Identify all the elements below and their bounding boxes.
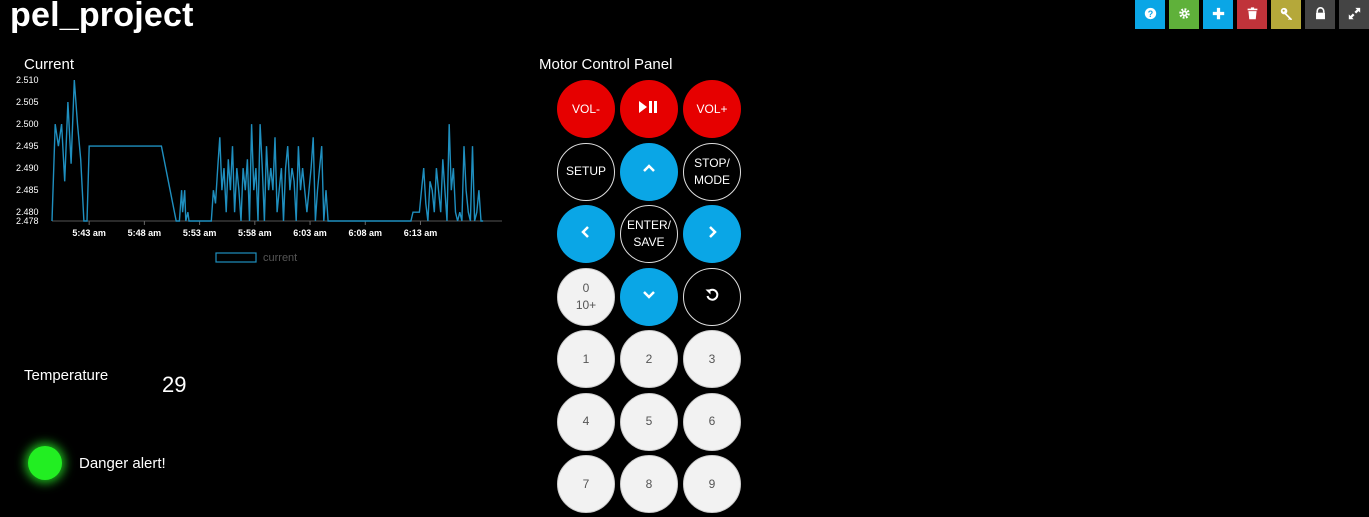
settings-button[interactable] (1169, 0, 1199, 29)
y-tick-label: 2.485 (16, 185, 39, 195)
return-icon (704, 286, 720, 307)
key-label: 3 (708, 351, 716, 366)
chevron-down-icon (641, 286, 657, 307)
key-7-button[interactable]: 7 (557, 455, 615, 513)
key-icon (1280, 7, 1293, 23)
enter-save-button[interactable]: ENTER/ SAVE (620, 205, 678, 263)
key-label: 6 (708, 414, 716, 428)
key-6-button[interactable]: 6 (683, 392, 741, 451)
help-button[interactable]: ? (1135, 0, 1165, 29)
key-5-button[interactable]: 5 (620, 392, 678, 451)
key-label: 1 (582, 351, 590, 366)
chevron-up-icon (641, 161, 657, 182)
key-8-button[interactable]: 8 (620, 455, 678, 513)
key-4-button[interactable]: 4 (557, 392, 615, 451)
key-label: VOL+ (696, 101, 728, 116)
up-button[interactable] (620, 142, 678, 201)
legend-label: current (263, 252, 297, 264)
y-tick-label: 2.500 (16, 119, 39, 129)
gear-icon (1178, 7, 1191, 23)
key-label: SETUP (565, 164, 606, 178)
left-button[interactable] (557, 205, 615, 263)
setup-button[interactable]: SETUP (557, 142, 615, 201)
motor-panel-title: Motor Control Panel (539, 56, 673, 73)
temperature-value: 29 (162, 372, 187, 397)
zero-ten-button[interactable]: 0 10+ (557, 267, 615, 326)
add-button[interactable] (1203, 0, 1233, 29)
x-tick-label: 6:13 am (404, 228, 438, 238)
temperature-title: Temperature (24, 367, 109, 384)
danger-alert-label: Danger alert! (79, 455, 166, 472)
plus-icon (1212, 7, 1225, 23)
key-label: 0 10+ (575, 280, 597, 312)
x-tick-label: 6:03 am (293, 228, 327, 238)
key-2-button[interactable]: 2 (620, 330, 678, 388)
y-tick-label: 2.495 (16, 141, 39, 151)
key-label: 7 (582, 476, 590, 491)
key-label: VOL- (571, 101, 600, 116)
fullscreen-button[interactable] (1339, 0, 1369, 29)
y-tick-label: 2.478 (16, 216, 39, 226)
play-pause-icon (638, 99, 660, 120)
x-tick-label: 5:48 am (128, 228, 162, 238)
key-9-button[interactable]: 9 (683, 455, 741, 513)
key-label: 8 (645, 476, 653, 491)
app-title: pel_project (10, 0, 194, 34)
svg-text:?: ? (1147, 8, 1152, 18)
x-tick-label: 5:53 am (183, 228, 217, 238)
danger-alert-led (28, 446, 62, 480)
lock-icon (1314, 6, 1327, 23)
y-tick-label: 2.505 (16, 97, 39, 107)
series-line-current (51, 79, 484, 222)
down-button[interactable] (620, 267, 678, 326)
key-label: 5 (645, 414, 653, 428)
toolbar: ? (1135, 0, 1369, 29)
key-button[interactable] (1271, 0, 1301, 29)
key-label: 9 (708, 476, 716, 491)
y-tick-label: 2.490 (16, 163, 39, 173)
return-button[interactable] (683, 267, 741, 326)
current-widget-title: Current (24, 56, 75, 73)
legend-swatch (215, 252, 257, 263)
vol-up-button[interactable]: VOL+ (683, 80, 741, 138)
play-pause-button[interactable] (620, 80, 678, 138)
y-tick-label: 2.510 (16, 75, 39, 85)
x-tick-label: 6:08 am (348, 228, 382, 238)
key-label: 4 (582, 414, 590, 428)
key-3-button[interactable]: 3 (683, 330, 741, 388)
stop-mode-button[interactable]: STOP/ MODE (683, 142, 741, 201)
trash-icon (1246, 6, 1259, 23)
right-button[interactable] (683, 205, 741, 263)
vol-down-button[interactable]: VOL- (557, 80, 615, 138)
chevron-left-icon (578, 224, 594, 245)
key-label: 2 (645, 351, 653, 366)
key-1-button[interactable]: 1 (557, 330, 615, 388)
key-label: STOP/ MODE (694, 155, 730, 187)
x-tick-label: 5:58 am (238, 228, 272, 238)
expand-icon (1348, 7, 1361, 23)
key-label: ENTER/ SAVE (626, 218, 671, 249)
help-icon: ? (1144, 7, 1157, 23)
x-tick-label: 5:43 am (72, 228, 106, 238)
current-chart: 2.5102.5052.5002.4952.4902.4852.4802.478… (16, 75, 502, 264)
lock-button[interactable] (1305, 0, 1335, 29)
chevron-right-icon (704, 224, 720, 245)
delete-button[interactable] (1237, 0, 1267, 29)
